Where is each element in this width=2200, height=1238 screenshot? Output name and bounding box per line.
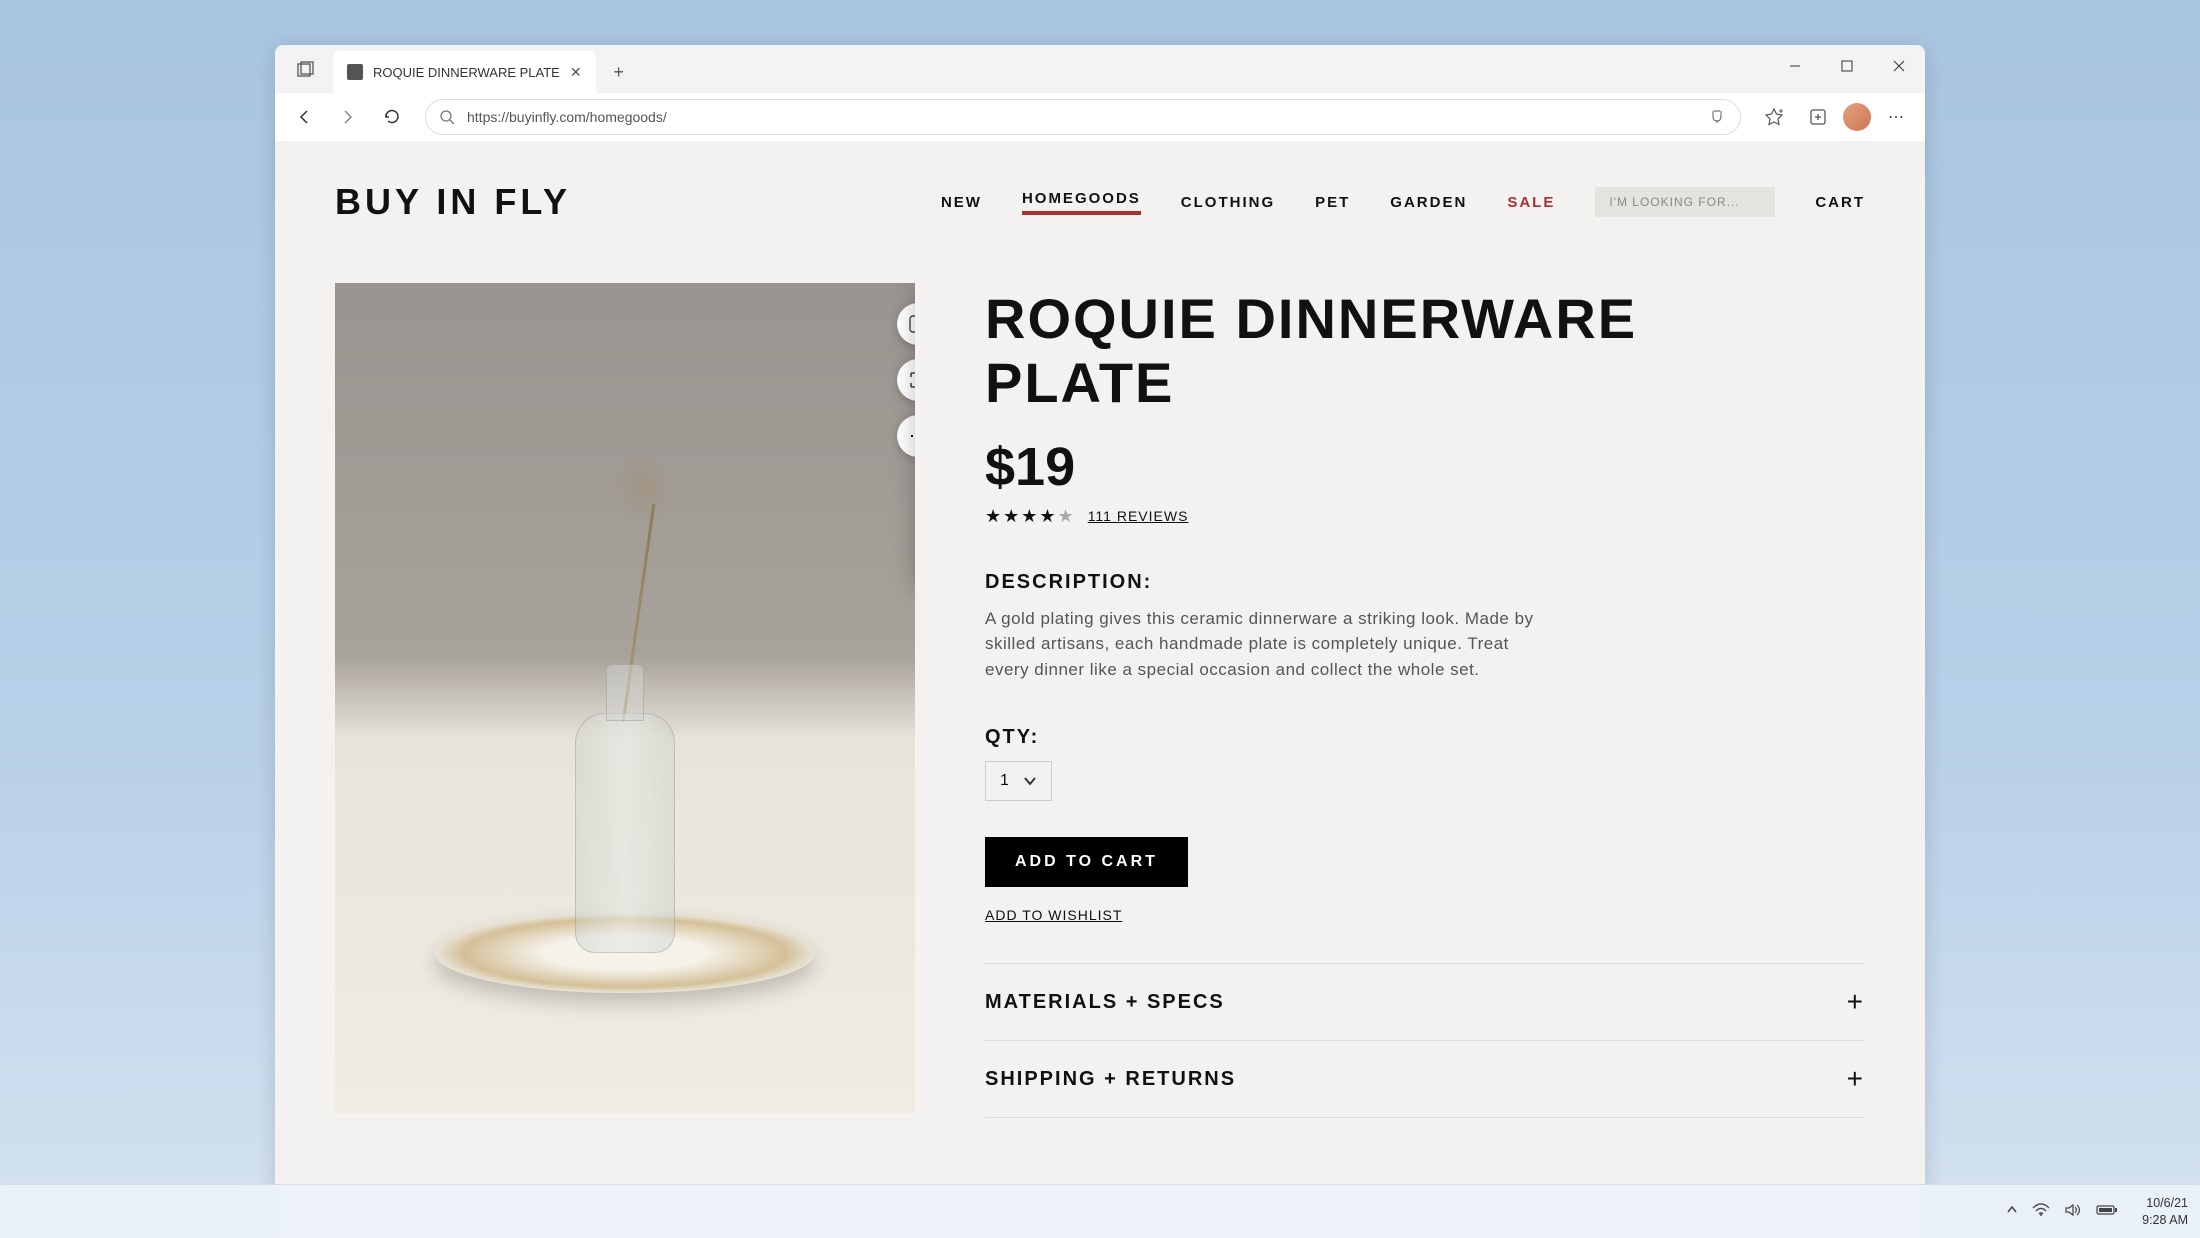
browser-window: ROQUIE DINNERWARE PLATE ✕ + https://buyi… bbox=[275, 45, 1925, 1238]
star-rating: ★★★★★ bbox=[985, 506, 1076, 527]
shopping-icon[interactable] bbox=[1708, 108, 1726, 126]
tab-title: ROQUIE DINNERWARE PLATE bbox=[373, 65, 560, 80]
tab-actions-button[interactable] bbox=[283, 47, 329, 93]
crop-icon[interactable] bbox=[897, 359, 915, 401]
tray-chevron-icon[interactable] bbox=[2006, 1203, 2018, 1220]
browser-tab[interactable]: ROQUIE DINNERWARE PLATE ✕ bbox=[333, 51, 596, 93]
main-nav: NEW HOMEGOODS CLOTHING PET GARDEN SALE I… bbox=[941, 187, 1865, 217]
more-icon[interactable]: ⋯ bbox=[897, 415, 915, 457]
battery-icon[interactable] bbox=[2096, 1203, 2118, 1220]
minimize-button[interactable] bbox=[1769, 45, 1821, 87]
nav-new[interactable]: NEW bbox=[941, 194, 982, 211]
back-button[interactable] bbox=[285, 98, 323, 136]
plus-icon: + bbox=[1847, 1063, 1865, 1095]
qty-label: QTY: bbox=[985, 726, 1865, 749]
collections-button[interactable] bbox=[1799, 98, 1837, 136]
product-title: ROQUIE DINNERWARE PLATE bbox=[985, 287, 1865, 416]
wishlist-link[interactable]: ADD TO WISHLIST bbox=[985, 907, 1865, 923]
page-content: BUY IN FLY NEW HOMEGOODS CLOTHING PET GA… bbox=[275, 141, 1925, 1238]
nav-clothing[interactable]: CLOTHING bbox=[1181, 194, 1275, 211]
product-area: ⋯ Saved to Dining room ideas + Dining ro… bbox=[335, 283, 1865, 1118]
image-hover-actions: ⋯ bbox=[897, 303, 915, 457]
volume-icon[interactable] bbox=[2064, 1203, 2082, 1221]
accordion-materials[interactable]: MATERIALS + SPECS + bbox=[985, 963, 1865, 1041]
search-input[interactable]: I'M LOOKING FOR... bbox=[1595, 187, 1775, 217]
nav-sale[interactable]: SALE bbox=[1507, 194, 1555, 211]
site-logo[interactable]: BUY IN FLY bbox=[335, 181, 571, 223]
favorites-button[interactable] bbox=[1755, 98, 1793, 136]
accordion-shipping[interactable]: SHIPPING + RETURNS + bbox=[985, 1041, 1865, 1118]
nav-pet[interactable]: PET bbox=[1315, 194, 1350, 211]
system-clock[interactable]: 10/6/21 9:28 AM bbox=[2142, 1195, 2188, 1228]
toolbar: https://buyinfly.com/homegoods/ ⋯ bbox=[275, 93, 1925, 141]
menu-button[interactable]: ⋯ bbox=[1877, 98, 1915, 136]
close-tab-icon[interactable]: ✕ bbox=[570, 64, 582, 81]
nav-garden[interactable]: GARDEN bbox=[1390, 194, 1467, 211]
url-text: https://buyinfly.com/homegoods/ bbox=[467, 109, 1696, 125]
nav-cart[interactable]: CART bbox=[1815, 194, 1865, 211]
qty-select[interactable]: 1 bbox=[985, 761, 1052, 801]
product-accordion: MATERIALS + SPECS + SHIPPING + RETURNS + bbox=[985, 963, 1865, 1118]
tab-favicon bbox=[347, 64, 363, 80]
description-label: DESCRIPTION: bbox=[985, 571, 1865, 594]
reviews-link[interactable]: 111 REVIEWS bbox=[1088, 508, 1189, 524]
product-price: $19 bbox=[985, 436, 1865, 498]
product-image: ⋯ Saved to Dining room ideas + Dining ro… bbox=[335, 283, 915, 1113]
visual-search-icon[interactable] bbox=[897, 303, 915, 345]
close-button[interactable] bbox=[1873, 45, 1925, 87]
nav-homegoods[interactable]: HOMEGOODS bbox=[1022, 190, 1141, 215]
site-header: BUY IN FLY NEW HOMEGOODS CLOTHING PET GA… bbox=[335, 181, 1865, 223]
maximize-button[interactable] bbox=[1821, 45, 1873, 87]
reviews-row: ★★★★★ 111 REVIEWS bbox=[985, 506, 1865, 527]
taskbar: 10/6/21 9:28 AM bbox=[0, 1184, 2200, 1238]
address-bar[interactable]: https://buyinfly.com/homegoods/ bbox=[425, 99, 1741, 135]
refresh-button[interactable] bbox=[373, 98, 411, 136]
new-tab-button[interactable]: + bbox=[602, 55, 636, 89]
wifi-icon[interactable] bbox=[2032, 1203, 2050, 1221]
chevron-down-icon bbox=[1023, 776, 1037, 786]
forward-button[interactable] bbox=[329, 98, 367, 136]
titlebar: ROQUIE DINNERWARE PLATE ✕ + bbox=[275, 45, 1925, 93]
add-to-cart-button[interactable]: ADD TO CART bbox=[985, 837, 1188, 887]
plus-icon: + bbox=[1847, 986, 1865, 1018]
profile-avatar[interactable] bbox=[1843, 103, 1871, 131]
search-icon bbox=[440, 110, 455, 125]
window-controls bbox=[1769, 45, 1925, 87]
product-details: ROQUIE DINNERWARE PLATE $19 ★★★★★ 111 RE… bbox=[985, 283, 1865, 1118]
description-text: A gold plating gives this ceramic dinner… bbox=[985, 606, 1545, 683]
